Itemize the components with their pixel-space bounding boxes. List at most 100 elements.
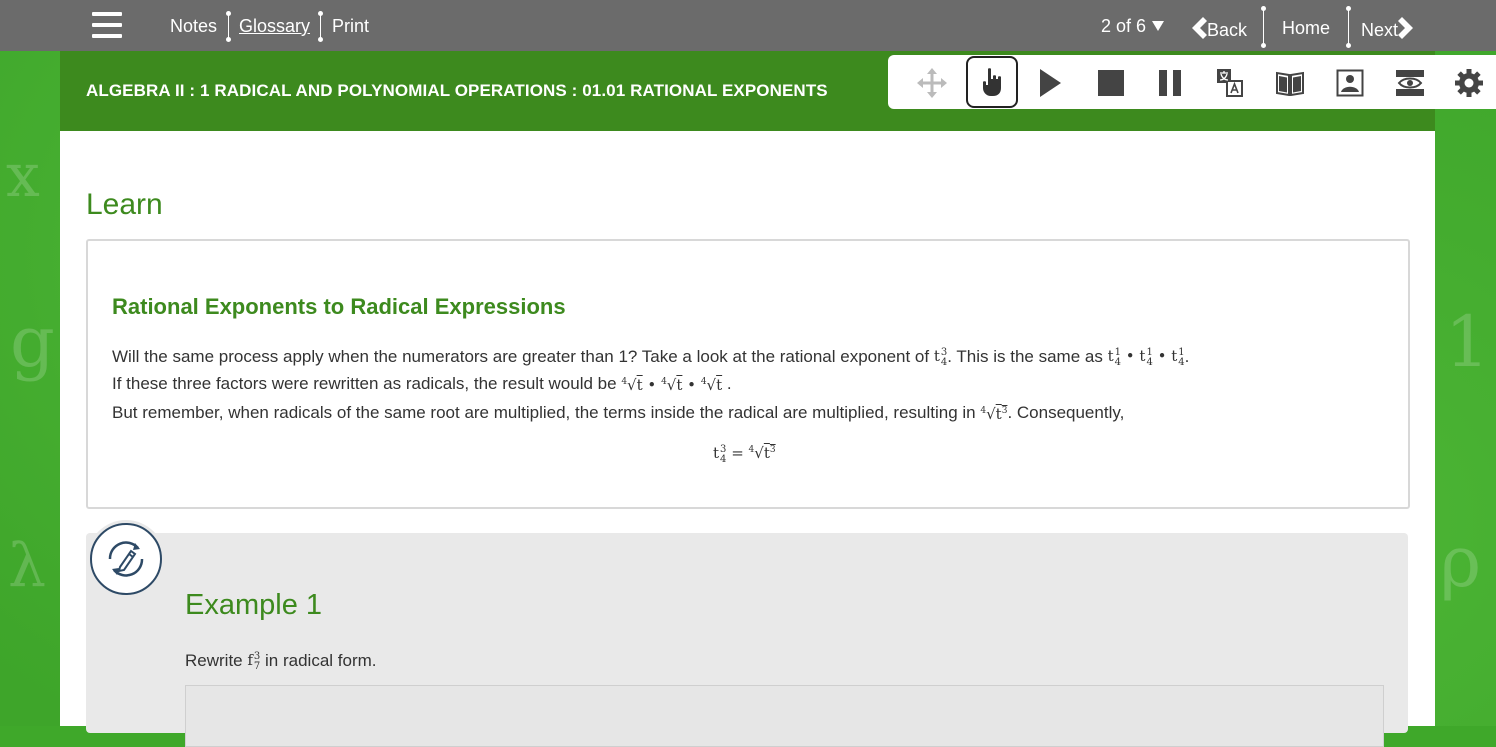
- dot-operator: •: [647, 375, 657, 394]
- text: . This is the same as: [947, 347, 1103, 366]
- page-indicator-label: 2 of 6: [1101, 16, 1147, 36]
- background-decoration: λ: [8, 531, 47, 601]
- paragraph-line-2: If these three factors were rewritten as…: [112, 374, 732, 394]
- math-expression: t34: [934, 347, 947, 368]
- text: But remember, when radicals of the same …: [112, 403, 976, 422]
- math-base: f: [247, 651, 253, 670]
- text: If these three factors were rewritten as…: [112, 374, 617, 393]
- background-decoration: g: [10, 301, 55, 383]
- print-link[interactable]: Print: [332, 16, 369, 37]
- page-indicator[interactable]: 2 of 6: [1101, 16, 1165, 37]
- move-tool[interactable]: [908, 61, 956, 105]
- move-icon: [917, 68, 947, 98]
- math-expression: t14 • t14 • t14: [1108, 347, 1185, 368]
- denominator: 4: [1146, 357, 1153, 369]
- radical-sign: √: [666, 375, 677, 394]
- radicand: t: [636, 375, 643, 394]
- settings-button[interactable]: [1445, 61, 1493, 105]
- dot-operator: •: [687, 375, 697, 394]
- back-button[interactable]: Back: [1189, 16, 1247, 41]
- paragraph-line-3: But remember, when radicals of the same …: [112, 403, 1124, 423]
- paragraph-line-1: Will the same process apply when the num…: [112, 347, 1189, 368]
- dictionary-button[interactable]: [1266, 61, 1314, 105]
- radicand: t: [716, 375, 723, 394]
- next-label: Next: [1361, 20, 1399, 40]
- example-title: Example 1: [185, 589, 323, 621]
- mask-button[interactable]: [1386, 61, 1434, 105]
- translate-button[interactable]: [1206, 61, 1254, 105]
- radical-sign: √: [986, 404, 996, 423]
- notes-link[interactable]: Notes: [170, 16, 217, 37]
- radicand: t3: [996, 405, 1008, 423]
- eye-icon: [1396, 70, 1424, 96]
- point-tool[interactable]: [966, 56, 1018, 108]
- equals-sign: =: [731, 444, 744, 463]
- example-badge: [90, 523, 162, 595]
- dot-operator: •: [1157, 347, 1167, 366]
- back-label: Back: [1207, 20, 1248, 40]
- background-decoration: 1: [1445, 301, 1490, 383]
- hamburger-menu-icon[interactable]: [92, 12, 122, 40]
- card-title: Rational Exponents to Radical Expression…: [112, 294, 566, 319]
- text: Rewrite: [185, 651, 243, 670]
- radical-sign: √: [627, 375, 637, 394]
- math-base: t: [1107, 347, 1114, 366]
- radical-sign: √: [754, 444, 764, 463]
- text: . Consequently,: [1007, 403, 1125, 422]
- fraction-exponent: 37: [254, 652, 260, 672]
- nav-divider: [1261, 6, 1266, 48]
- math-expression: t34 = 4 √t3: [713, 444, 776, 465]
- example-prompt: Rewrite f37 in radical form.: [185, 651, 377, 672]
- caret-down-icon: [1152, 21, 1165, 31]
- stop-icon: [1098, 70, 1124, 96]
- play-button[interactable]: [1026, 61, 1074, 105]
- math-base: t: [713, 444, 720, 463]
- background-decoration: ρ: [1440, 521, 1482, 603]
- result-equation: t34 = 4 √t3: [713, 444, 776, 465]
- nav-divider: [1346, 6, 1351, 48]
- section-title: Learn: [86, 188, 163, 221]
- chevron-right-icon: [1398, 17, 1414, 39]
- image-icon: [1336, 69, 1364, 97]
- math-expression: 4√t • 4√t • 4√t: [621, 376, 722, 394]
- denominator: 7: [253, 661, 261, 673]
- radical-sign: √: [706, 375, 717, 394]
- nav-divider: [318, 11, 323, 42]
- course-title: ALGEBRA II : 1 RADICAL AND POLYNOMIAL OP…: [86, 81, 828, 100]
- math-base: t: [933, 347, 940, 366]
- top-navigation-bar: Notes Glossary Print 2 of 6 Back Home Ne…: [0, 0, 1496, 51]
- pause-icon: [1159, 70, 1181, 96]
- image-description-button[interactable]: [1326, 61, 1374, 105]
- learn-card: Rational Exponents to Radical Expression…: [86, 239, 1410, 509]
- text: .: [726, 374, 732, 393]
- gear-icon: [1455, 69, 1483, 97]
- pause-button[interactable]: [1146, 61, 1194, 105]
- dot-operator: •: [1125, 347, 1135, 366]
- denominator: 4: [720, 454, 727, 466]
- radicand: t: [676, 375, 683, 394]
- accessibility-toolbar: [888, 55, 1496, 109]
- book-icon: [1276, 71, 1304, 96]
- text: in radical form.: [265, 651, 377, 670]
- example-panel: Example 1 Rewrite f37 in radical form.: [86, 523, 1408, 747]
- background-decoration: x: [6, 141, 40, 211]
- glossary-link[interactable]: Glossary: [239, 16, 310, 37]
- text: Will the same process apply when the num…: [112, 347, 930, 366]
- stop-button[interactable]: [1087, 61, 1135, 105]
- math-expression: 4√t3: [980, 405, 1007, 423]
- next-button[interactable]: Next: [1361, 16, 1416, 41]
- text: .: [1184, 347, 1190, 366]
- radicand: t3: [764, 444, 776, 462]
- nav-divider: [226, 11, 231, 42]
- pencil-refresh-icon: [108, 541, 144, 577]
- math-base: t: [1171, 347, 1178, 366]
- fraction-exponent: 14: [1146, 348, 1152, 368]
- fraction-exponent: 14: [1115, 348, 1121, 368]
- denominator: 4: [1114, 357, 1121, 369]
- chevron-left-icon: [1192, 17, 1207, 39]
- hand-pointer-icon: [983, 68, 1001, 96]
- power: 3: [769, 445, 776, 456]
- home-button[interactable]: Home: [1282, 18, 1330, 39]
- math-expression: f37: [247, 651, 260, 672]
- answer-area[interactable]: [185, 685, 1384, 747]
